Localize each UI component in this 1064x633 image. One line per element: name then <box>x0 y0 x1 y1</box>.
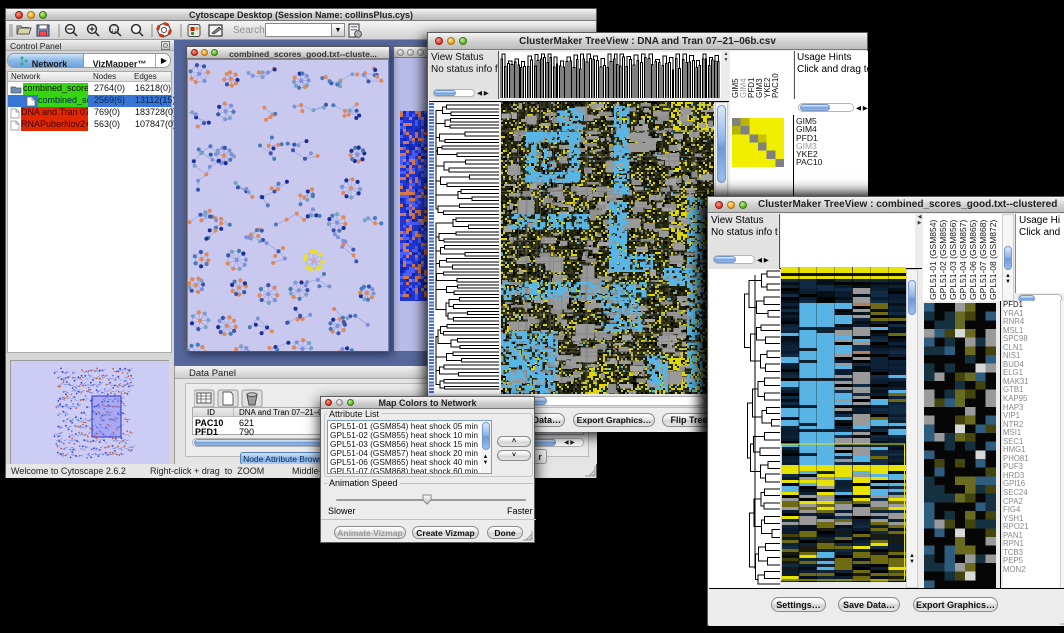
svg-text:1:1: 1:1 <box>111 28 118 33</box>
